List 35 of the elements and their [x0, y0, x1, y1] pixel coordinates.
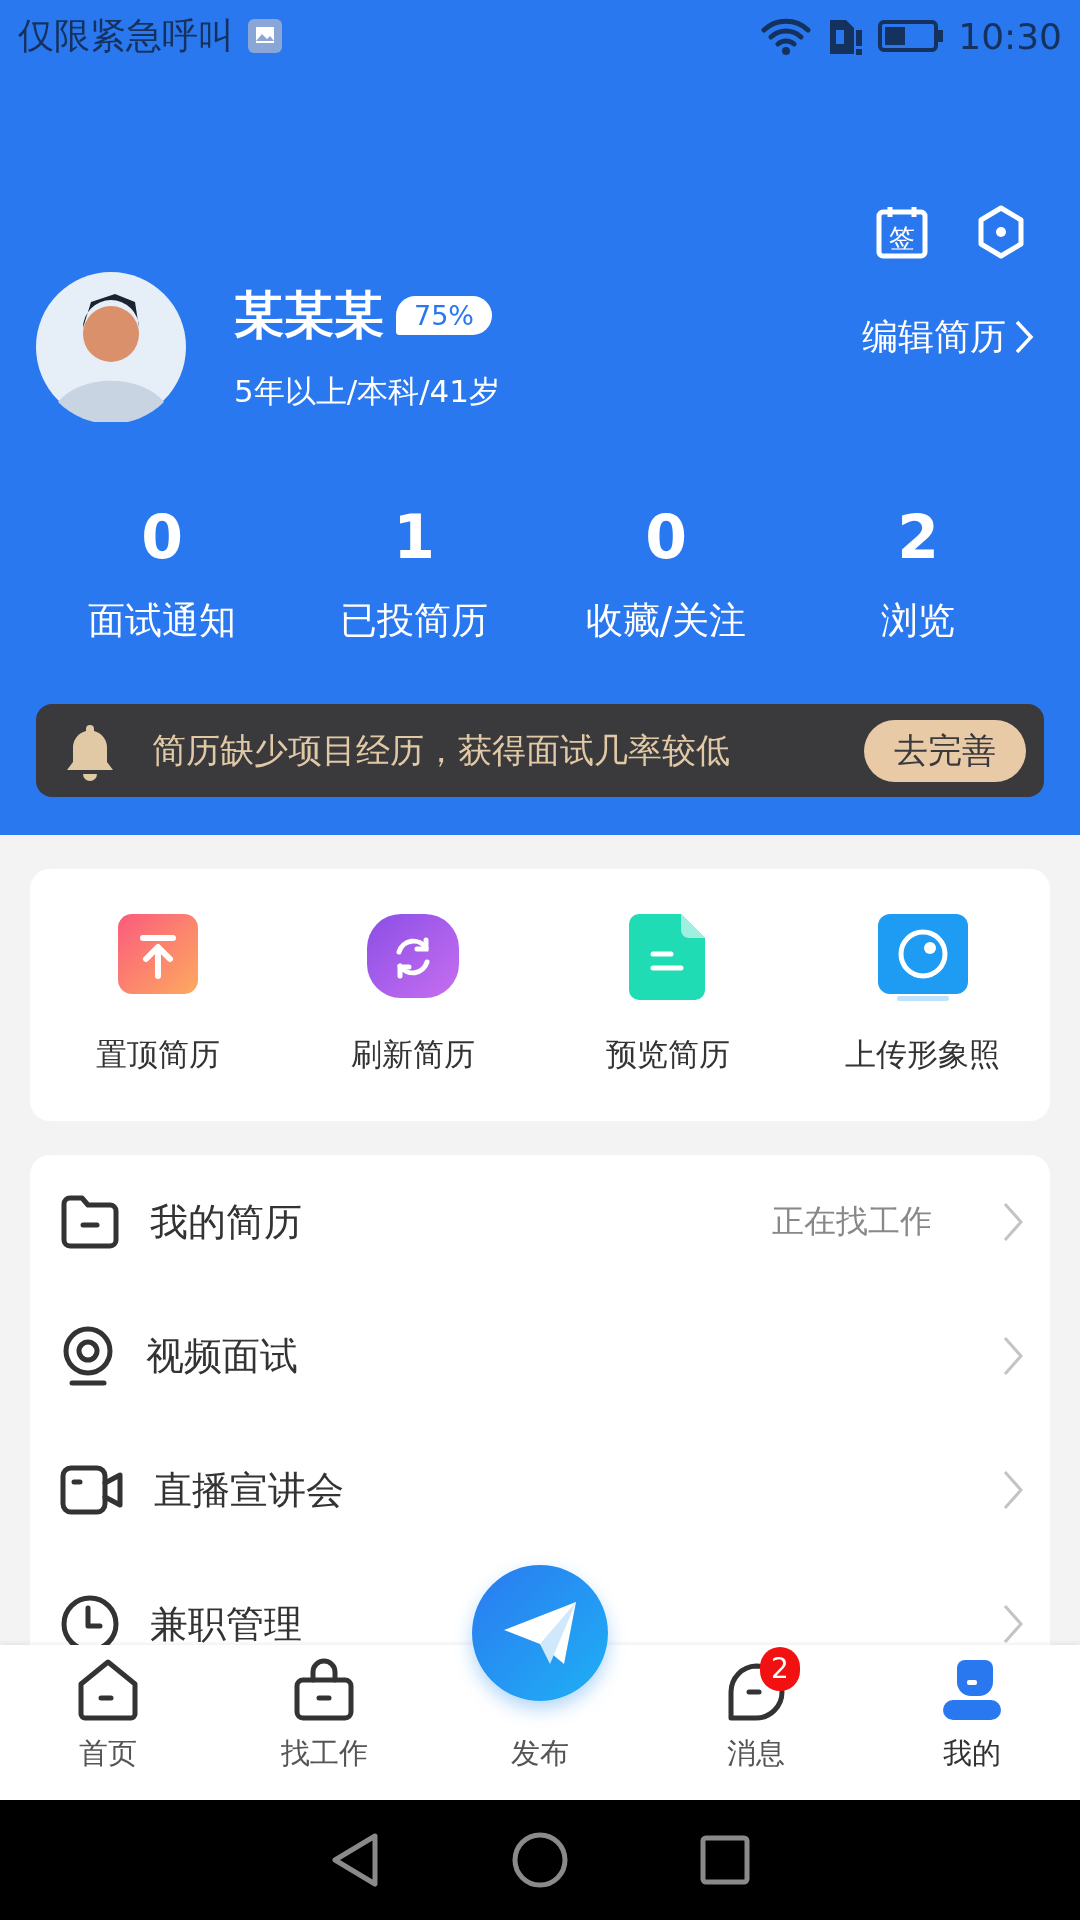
stat-label[interactable]: 收藏/关注	[585, 596, 747, 646]
menu-label: 兼职管理	[150, 1600, 302, 1645]
quick-action-button[interactable]: 刷新简历	[285, 913, 540, 1077]
quick-action-button[interactable]: 预览简历	[540, 913, 795, 1077]
nav-tab[interactable]: 消息 2	[648, 1645, 864, 1800]
menu-label: 我的简历	[150, 1198, 302, 1246]
stat-label[interactable]: 面试通知	[88, 596, 236, 646]
stat-value[interactable]: 2	[897, 502, 939, 572]
status-carrier-text: 仅限紧急呼叫	[18, 13, 234, 58]
menu-label: 直播宣讲会	[154, 1466, 344, 1514]
menu-item[interactable]: 直播宣讲会	[30, 1423, 1050, 1557]
stat-value[interactable]: 0	[141, 502, 183, 572]
quick-action-button[interactable]: 上传形象照	[795, 913, 1050, 1077]
user-name: 某某某	[234, 284, 384, 346]
stat-label[interactable]: 已投简历	[340, 596, 488, 646]
menu-item[interactable]: 我的简历 正在找工作	[30, 1155, 1050, 1289]
clock-time: 10:30	[958, 15, 1062, 57]
menu-value: 正在找工作	[772, 1201, 932, 1242]
nav-tab[interactable]: 发布	[511, 1734, 569, 1774]
completeness-badge: 75%	[396, 295, 492, 335]
stat-value[interactable]: 0	[645, 502, 687, 572]
user-summary: 5年以上/本科/41岁	[234, 371, 502, 411]
unread-badge: 2	[760, 1647, 800, 1691]
edit-resume-link[interactable]: 编辑简历	[862, 312, 1034, 362]
complete-button[interactable]: 去完善	[864, 719, 1026, 782]
menu-item[interactable]: 兼职管理	[30, 1557, 1050, 1645]
menu-label: 视频面试	[146, 1332, 298, 1380]
nav-tab[interactable]: 我的	[864, 1645, 1080, 1800]
menu-item[interactable]: 视频面试	[30, 1289, 1050, 1423]
nav-tab[interactable]: 找工作	[216, 1645, 432, 1800]
notice-text: 简历缺少项目经历，获得面试几率较低	[152, 728, 731, 772]
nav-tab[interactable]: 首页	[0, 1645, 216, 1800]
stat-label[interactable]: 浏览	[881, 596, 955, 646]
stat-value[interactable]: 1	[393, 502, 435, 572]
quick-action-button[interactable]: 置顶简历	[30, 913, 285, 1077]
